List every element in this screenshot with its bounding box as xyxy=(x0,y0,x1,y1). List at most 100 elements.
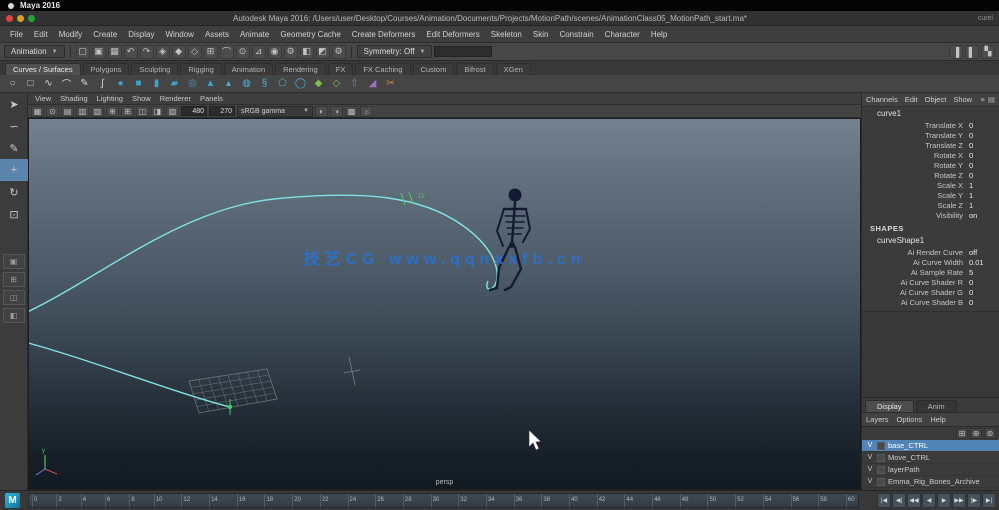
time-tick[interactable]: 58 xyxy=(818,494,827,507)
time-tick[interactable]: 30 xyxy=(431,494,440,507)
film-gate-icon[interactable]: ◫ xyxy=(136,106,149,117)
bezier-curve-icon[interactable]: ∫ xyxy=(95,76,110,91)
gamma-field[interactable]: 270 xyxy=(209,106,235,116)
layer-type-box[interactable] xyxy=(877,442,885,450)
resolution-gate-icon[interactable]: ◨ xyxy=(151,106,164,117)
menu-item[interactable]: Geometry Cache xyxy=(280,30,340,39)
menu-item[interactable]: Character xyxy=(605,30,640,39)
ipr-render-icon[interactable]: ◩ xyxy=(316,45,330,59)
open-scene-icon[interactable]: ▣ xyxy=(92,45,106,59)
poly-pyramid-icon[interactable]: ▴ xyxy=(221,76,236,91)
snap-to-plane-icon[interactable]: ⊿ xyxy=(252,45,266,59)
layer-visibility-toggle[interactable]: V xyxy=(866,478,874,485)
wireframe-icon[interactable]: ◐ xyxy=(315,106,328,117)
shelf-tab[interactable]: XGen xyxy=(496,63,531,75)
lasso-tool-icon[interactable]: ∽ xyxy=(0,115,28,137)
channel-box-menu-item[interactable]: Channels xyxy=(866,95,898,104)
step-forward-key-button[interactable]: ▶▶ xyxy=(952,493,966,508)
pencil-curve-icon[interactable]: ✎ xyxy=(77,76,92,91)
panel-menu-item[interactable]: Show xyxy=(132,94,151,103)
snap-to-point-icon[interactable]: ⊙ xyxy=(236,45,250,59)
image-plane-icon[interactable]: ▧ xyxy=(91,106,104,117)
layout-two-pane-icon[interactable]: ◫ xyxy=(3,290,25,305)
shelf-tab[interactable]: Curves / Surfaces xyxy=(5,63,81,75)
menu-set-dropdown[interactable]: Animation ▼ xyxy=(4,45,65,58)
apple-logo-icon[interactable] xyxy=(8,3,14,9)
channel-attribute-value[interactable]: on xyxy=(969,211,995,220)
channel-attribute-value[interactable]: off xyxy=(969,248,995,257)
channel-sliders-icon[interactable]: ≡ xyxy=(981,95,985,104)
grid-icon[interactable]: ⊞ xyxy=(121,106,134,117)
shelf-tab[interactable]: FX xyxy=(328,63,354,75)
channel-attribute-value[interactable]: 5 xyxy=(969,268,995,277)
scale-tool-icon[interactable]: ⊡ xyxy=(0,203,28,225)
shelf-tab[interactable]: FX Caching xyxy=(355,63,410,75)
layer-editor-menu-item[interactable]: Options xyxy=(897,415,923,424)
menu-item[interactable]: Modify xyxy=(59,30,83,39)
poly-soccer-icon[interactable]: ◯ xyxy=(293,76,308,91)
layer-options-button[interactable]: ⊛ xyxy=(984,428,996,439)
channel-box-toggle-icon[interactable]: ▚ xyxy=(981,45,995,59)
select-by-hierarchy-icon[interactable]: ◈ xyxy=(156,45,170,59)
smooth-tool-icon[interactable]: ◇ xyxy=(329,76,344,91)
undo-icon[interactable]: ↶ xyxy=(124,45,138,59)
view-transform-dropdown[interactable]: sRGB gamma ▼ xyxy=(237,106,313,117)
poly-helix-icon[interactable]: § xyxy=(257,76,272,91)
time-tick[interactable]: 40 xyxy=(569,494,578,507)
minimize-window-button[interactable] xyxy=(17,15,24,22)
panel-menu-item[interactable]: View xyxy=(35,94,51,103)
panel-menu-item[interactable]: Renderer xyxy=(160,94,191,103)
skeleton-character[interactable] xyxy=(490,189,530,291)
cv-curve-icon[interactable]: ∿ xyxy=(41,76,56,91)
move-tool-icon[interactable]: + xyxy=(0,159,28,181)
redo-icon[interactable]: ↷ xyxy=(140,45,154,59)
poly-cone-icon[interactable]: ▲ xyxy=(203,76,218,91)
snap-to-curve-icon[interactable]: ⌒ xyxy=(220,45,234,59)
channel-attribute-value[interactable]: 0 xyxy=(969,151,995,160)
poly-prism-icon[interactable]: ⬠ xyxy=(275,76,290,91)
coordinate-input[interactable] xyxy=(434,46,492,57)
time-tick[interactable]: 24 xyxy=(348,494,357,507)
exposure-field[interactable]: 480 xyxy=(181,106,207,116)
panel-menu-item[interactable]: Shading xyxy=(60,94,88,103)
motion-path-curve[interactable] xyxy=(29,195,497,407)
panel-menu-item[interactable]: Panels xyxy=(200,94,223,103)
menu-item[interactable]: Edit xyxy=(34,30,48,39)
layout-persp-outliner-icon[interactable]: ◧ xyxy=(3,308,25,323)
channel-attribute-value[interactable]: 0 xyxy=(969,131,995,140)
time-tick[interactable]: 60 xyxy=(846,494,855,507)
channel-manipulator-icon[interactable]: ▤ xyxy=(988,95,995,104)
new-layer-from-selected-button[interactable]: ⊕ xyxy=(970,428,982,439)
time-tick[interactable]: 18 xyxy=(264,494,273,507)
menu-item[interactable]: Edit Deformers xyxy=(426,30,479,39)
poly-plane-icon[interactable]: ▰ xyxy=(167,76,182,91)
step-back-frame-button[interactable]: ◀| xyxy=(892,493,906,508)
menu-item[interactable]: Window xyxy=(166,30,194,39)
panel-menu-item[interactable]: Lighting xyxy=(97,94,123,103)
sculpt-tool-icon[interactable]: ◆ xyxy=(311,76,326,91)
make-live-icon[interactable]: ◉ xyxy=(268,45,282,59)
time-tick[interactable]: 46 xyxy=(652,494,661,507)
snap-to-grid-icon[interactable]: ⊞ xyxy=(204,45,218,59)
select-tool-icon[interactable]: ➤ xyxy=(0,93,28,115)
channel-attribute-value[interactable]: 0.01 xyxy=(969,258,995,267)
close-window-button[interactable] xyxy=(6,15,13,22)
construction-history-icon[interactable]: ⚙ xyxy=(284,45,298,59)
step-forward-frame-button[interactable]: |▶ xyxy=(967,493,981,508)
menu-item[interactable]: Help xyxy=(651,30,667,39)
channel-box-menu-item[interactable]: Show xyxy=(953,95,972,104)
locator-cross[interactable] xyxy=(344,357,360,385)
new-empty-layer-button[interactable]: ⊞ xyxy=(956,428,968,439)
menu-item[interactable]: Create Deformers xyxy=(352,30,416,39)
layout-single-pane-icon[interactable]: ▣ xyxy=(3,254,25,269)
select-by-component-icon[interactable]: ◇ xyxy=(188,45,202,59)
symmetry-dropdown[interactable]: Symmetry: Off ▼ xyxy=(357,45,433,58)
channel-box-menu-item[interactable]: Edit xyxy=(905,95,918,104)
shelf-tab[interactable]: Animation xyxy=(224,63,273,75)
menu-item[interactable]: Skeleton xyxy=(491,30,522,39)
ep-curve-icon[interactable]: ⌒ xyxy=(59,76,74,91)
save-scene-icon[interactable]: ▦ xyxy=(108,45,122,59)
time-tick[interactable]: 48 xyxy=(680,494,689,507)
layer-type-box[interactable] xyxy=(877,478,885,486)
render-settings-icon[interactable]: ⚙ xyxy=(332,45,346,59)
